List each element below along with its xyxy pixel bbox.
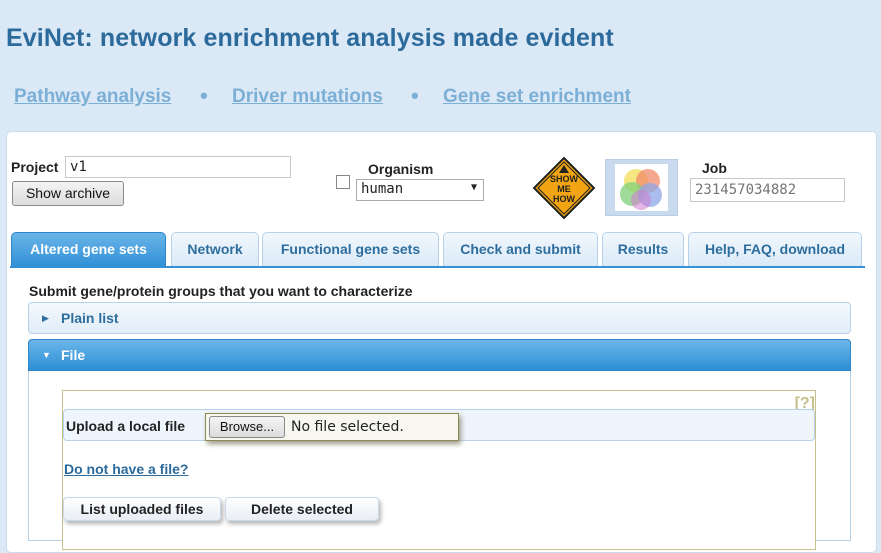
- show-me-how-icon[interactable]: SHOW ME HOW: [532, 156, 596, 220]
- list-uploaded-files-button[interactable]: List uploaded files: [63, 497, 221, 521]
- instruction-text: Submit gene/protein groups that you want…: [29, 283, 413, 299]
- job-input[interactable]: [690, 178, 845, 202]
- upload-panel: [?] Upload a local file Browse... No fil…: [62, 390, 816, 550]
- tab-help-faq-download[interactable]: Help, FAQ, download: [688, 232, 862, 266]
- nav-pathway-analysis[interactable]: Pathway analysis: [14, 86, 171, 108]
- accordion-plain-list-label: Plain list: [61, 310, 119, 326]
- organism-select[interactable]: human ▼: [356, 179, 484, 201]
- venn-logo-icon: [605, 159, 678, 216]
- project-input[interactable]: v1: [65, 156, 291, 178]
- accordion-file-label: File: [61, 347, 86, 363]
- triangle-right-icon: ▶: [42, 313, 49, 323]
- show-me-how-line2: ME: [557, 184, 571, 194]
- organism-checkbox[interactable]: [336, 175, 350, 189]
- chevron-down-icon: ▼: [470, 182, 477, 193]
- nav-gene-set-enrichment[interactable]: Gene set enrichment: [443, 86, 631, 108]
- no-file-link[interactable]: Do not have a file?: [64, 461, 188, 477]
- file-status: No file selected.: [291, 419, 404, 435]
- show-me-how-line1: SHOW: [550, 174, 578, 184]
- nav-separator: •: [411, 83, 419, 108]
- tab-altered-gene-sets[interactable]: Altered gene sets: [11, 232, 166, 268]
- nav-driver-mutations[interactable]: Driver mutations: [232, 86, 383, 108]
- tab-network[interactable]: Network: [171, 232, 259, 266]
- accordion-plain-list[interactable]: ▶ Plain list: [28, 302, 851, 334]
- app-title: EviNet: network enrichment analysis made…: [6, 24, 614, 52]
- project-label: Project: [11, 159, 59, 175]
- tab-functional-gene-sets[interactable]: Functional gene sets: [262, 232, 439, 266]
- triangle-down-icon: ▼: [42, 350, 51, 360]
- nav-separator: •: [200, 83, 208, 108]
- upload-label: Upload a local file: [66, 418, 186, 434]
- accordion-file[interactable]: ▼ File: [28, 339, 851, 371]
- job-label: Job: [702, 160, 727, 176]
- browse-button[interactable]: Browse...: [209, 416, 285, 438]
- show-archive-button[interactable]: Show archive: [12, 181, 124, 206]
- tab-underline: [10, 266, 865, 268]
- file-input[interactable]: Browse... No file selected.: [205, 413, 459, 441]
- organism-label: Organism: [368, 161, 434, 177]
- delete-selected-button[interactable]: Delete selected: [225, 497, 379, 521]
- organism-selected-value: human: [361, 181, 404, 197]
- show-me-how-line3: HOW: [553, 194, 575, 204]
- tab-results[interactable]: Results: [602, 232, 684, 266]
- tab-check-and-submit[interactable]: Check and submit: [443, 232, 598, 266]
